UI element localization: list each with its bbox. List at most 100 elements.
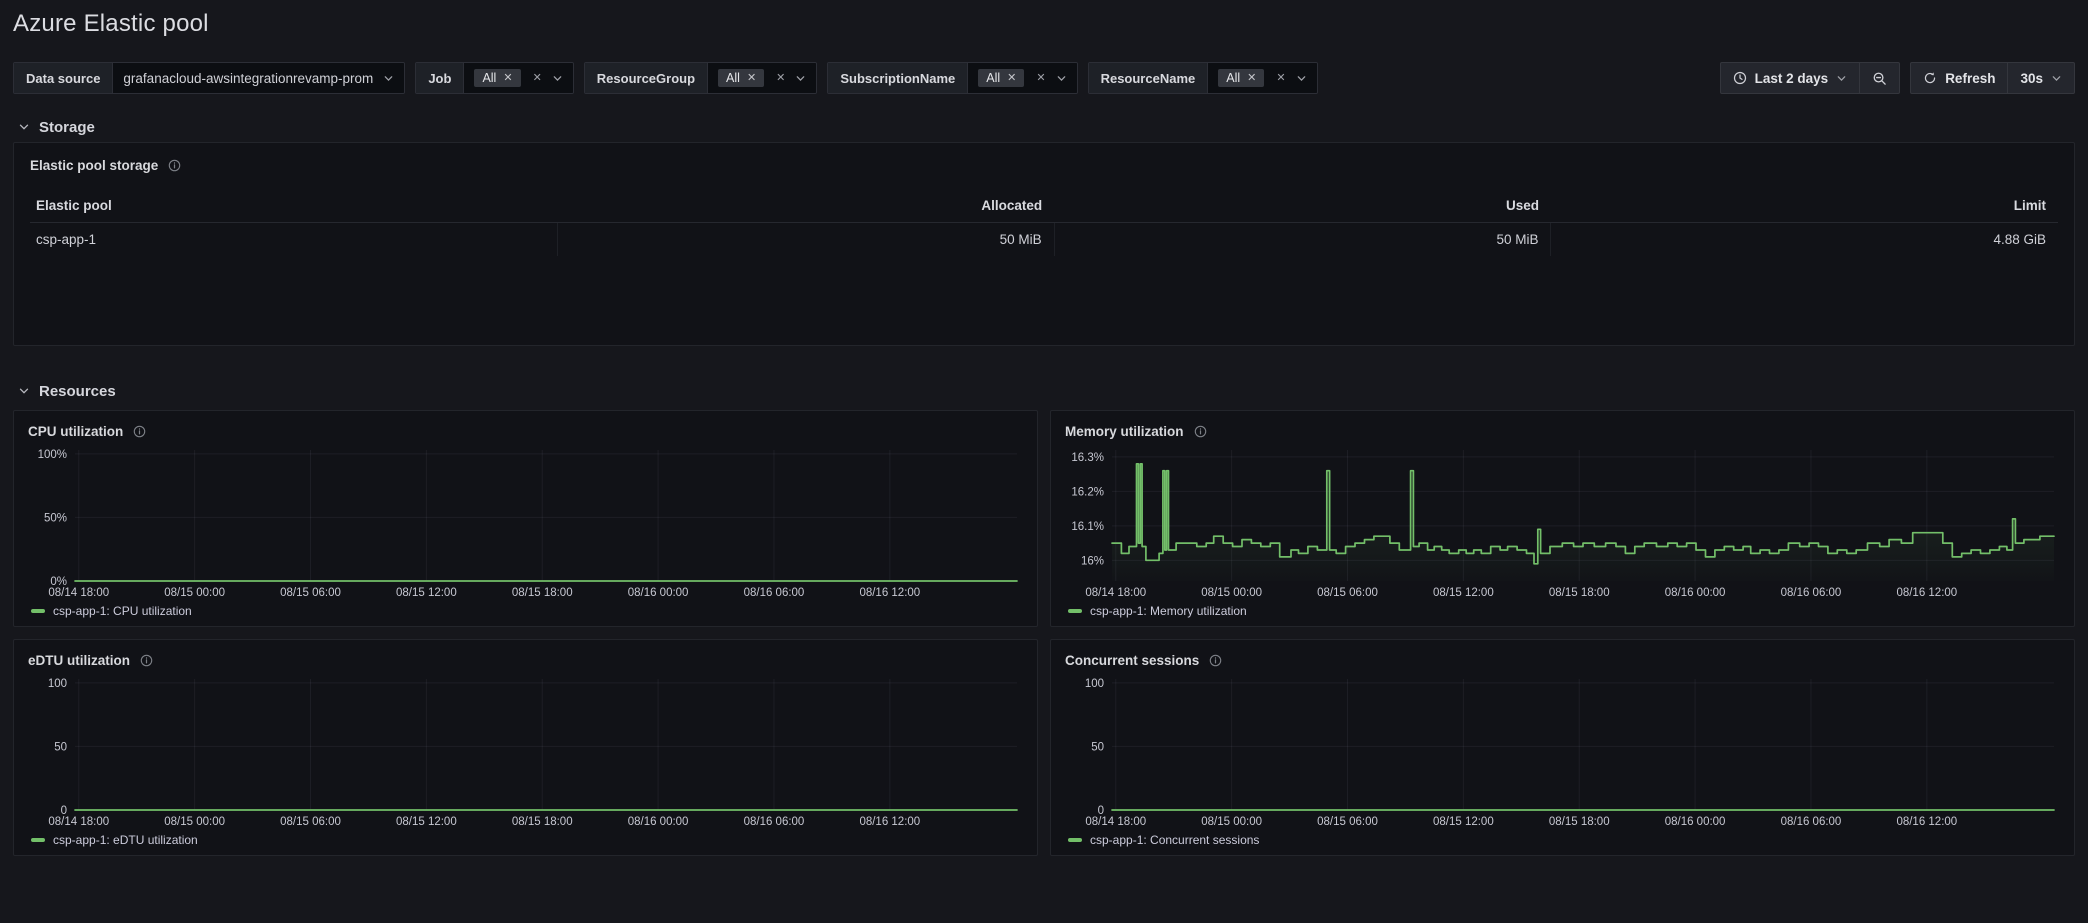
info-icon[interactable] bbox=[1209, 654, 1222, 667]
resource-name-select[interactable]: All ✕ ✕ bbox=[1207, 63, 1316, 93]
svg-text:08/14 18:00: 08/14 18:00 bbox=[48, 587, 109, 599]
data-source-value: grafanacloud-awsintegrationrevamp-prom bbox=[123, 71, 373, 86]
resource-group-chip-all[interactable]: All✕ bbox=[718, 69, 764, 87]
time-range-label: Last 2 days bbox=[1755, 71, 1829, 86]
collapse-chevron-icon bbox=[18, 385, 30, 397]
legend-color-swatch bbox=[1068, 609, 1082, 613]
svg-text:08/15 12:00: 08/15 12:00 bbox=[1433, 816, 1494, 828]
info-icon[interactable] bbox=[1194, 425, 1207, 438]
panel-title[interactable]: CPU utilization bbox=[28, 424, 123, 439]
filter-bar: Data source grafanacloud-awsintegrationr… bbox=[13, 62, 1318, 94]
clear-icon[interactable]: ✕ bbox=[1036, 73, 1045, 84]
edtu-utilization-chart[interactable]: 05010008/14 18:0008/15 00:0008/15 06:000… bbox=[28, 672, 1023, 831]
subscription-name-select[interactable]: All✕ ✕ bbox=[967, 63, 1076, 93]
elastic-pool-storage-panel: Elastic pool storage Elastic pool Alloca… bbox=[13, 142, 2075, 346]
legend-label[interactable]: csp-app-1: eDTU utilization bbox=[53, 833, 198, 847]
zoom-out-button[interactable] bbox=[1860, 62, 1900, 94]
svg-text:08/16 06:00: 08/16 06:00 bbox=[1781, 816, 1842, 828]
subscription-name-chip-all[interactable]: All✕ bbox=[978, 69, 1024, 87]
refresh-icon bbox=[1923, 71, 1937, 85]
job-filter: Job All✕ ✕ bbox=[415, 62, 573, 94]
clear-icon[interactable]: ✕ bbox=[776, 73, 785, 84]
svg-text:08/16 00:00: 08/16 00:00 bbox=[1665, 587, 1726, 599]
svg-text:08/16 06:00: 08/16 06:00 bbox=[744, 587, 805, 599]
column-header-elastic-pool[interactable]: Elastic pool bbox=[30, 191, 557, 223]
svg-text:08/15 00:00: 08/15 00:00 bbox=[164, 816, 225, 828]
resource-group-select[interactable]: All✕ ✕ bbox=[707, 63, 816, 93]
svg-text:50: 50 bbox=[1091, 741, 1104, 753]
svg-text:08/15 18:00: 08/15 18:00 bbox=[512, 816, 573, 828]
data-source-select[interactable]: grafanacloud-awsintegrationrevamp-prom bbox=[112, 63, 404, 93]
chip-text: All bbox=[1226, 71, 1240, 85]
subscription-name-label: SubscriptionName bbox=[828, 63, 967, 93]
column-header-used[interactable]: Used bbox=[1054, 191, 1551, 223]
job-chip-all[interactable]: All ✕ bbox=[474, 69, 520, 87]
resource-name-chip-all[interactable]: All ✕ bbox=[1218, 69, 1264, 87]
chip-text: All bbox=[482, 71, 496, 85]
panel-title[interactable]: eDTU utilization bbox=[28, 653, 130, 668]
svg-text:08/14 18:00: 08/14 18:00 bbox=[1085, 816, 1146, 828]
chip-close-icon[interactable]: ✕ bbox=[747, 73, 756, 84]
legend: csp-app-1: Memory utilization bbox=[1065, 602, 2060, 620]
dashboard-page: Azure Elastic pool Data source grafanacl… bbox=[0, 0, 2088, 923]
svg-text:08/15 06:00: 08/15 06:00 bbox=[1317, 816, 1378, 828]
refresh-label: Refresh bbox=[1945, 71, 1995, 86]
refresh-group: Refresh 30s bbox=[1910, 62, 2075, 94]
info-icon[interactable] bbox=[140, 654, 153, 667]
chevron-down-icon[interactable] bbox=[1296, 73, 1307, 84]
svg-text:08/16 12:00: 08/16 12:00 bbox=[859, 587, 920, 599]
time-range-button[interactable]: Last 2 days bbox=[1720, 62, 1861, 94]
clear-icon[interactable]: ✕ bbox=[533, 73, 542, 84]
svg-text:50: 50 bbox=[54, 741, 67, 753]
chip-close-icon[interactable]: ✕ bbox=[1247, 73, 1256, 84]
svg-text:08/15 12:00: 08/15 12:00 bbox=[396, 587, 457, 599]
svg-text:08/16 12:00: 08/16 12:00 bbox=[1896, 816, 1957, 828]
svg-text:08/15 18:00: 08/15 18:00 bbox=[1549, 816, 1610, 828]
info-icon[interactable] bbox=[168, 159, 181, 172]
collapse-chevron-icon bbox=[18, 121, 30, 133]
refresh-interval-value: 30s bbox=[2020, 71, 2043, 86]
legend-color-swatch bbox=[1068, 838, 1082, 842]
clock-icon bbox=[1733, 71, 1747, 85]
svg-text:08/15 18:00: 08/15 18:00 bbox=[1549, 587, 1610, 599]
legend-label[interactable]: csp-app-1: Memory utilization bbox=[1090, 604, 1247, 618]
cell-limit: 4.88 GiB bbox=[1551, 223, 2058, 257]
refresh-interval-dropdown[interactable]: 30s bbox=[2008, 62, 2075, 94]
svg-text:08/16 06:00: 08/16 06:00 bbox=[1781, 587, 1842, 599]
panel-title[interactable]: Concurrent sessions bbox=[1065, 653, 1199, 668]
chevron-down-icon[interactable] bbox=[795, 73, 806, 84]
job-select[interactable]: All ✕ ✕ bbox=[463, 63, 572, 93]
chevron-down-icon[interactable] bbox=[552, 73, 563, 84]
chevron-down-icon[interactable] bbox=[1056, 73, 1067, 84]
data-source-label: Data source bbox=[14, 63, 112, 93]
panel-title[interactable]: Memory utilization bbox=[1065, 424, 1184, 439]
svg-text:100%: 100% bbox=[38, 449, 67, 461]
legend-color-swatch bbox=[31, 609, 45, 613]
refresh-button[interactable]: Refresh bbox=[1910, 62, 2008, 94]
clear-icon[interactable]: ✕ bbox=[1276, 73, 1285, 84]
toolbar: Data source grafanacloud-awsintegrationr… bbox=[13, 62, 2075, 94]
table-header-row: Elastic pool Allocated Used Limit bbox=[30, 191, 2058, 223]
concurrent-sessions-chart[interactable]: 05010008/14 18:0008/15 00:0008/15 06:000… bbox=[1065, 672, 2060, 831]
svg-text:08/15 00:00: 08/15 00:00 bbox=[164, 587, 225, 599]
legend-label[interactable]: csp-app-1: Concurrent sessions bbox=[1090, 833, 1259, 847]
cpu-utilization-chart[interactable]: 0%50%100%08/14 18:0008/15 00:0008/15 06:… bbox=[28, 443, 1023, 602]
time-controls: Last 2 days Refresh bbox=[1720, 62, 2075, 94]
cell-used: 50 MiB bbox=[1054, 223, 1551, 257]
cell-elastic-pool: csp-app-1 bbox=[30, 223, 557, 257]
section-resources[interactable]: Resources bbox=[13, 382, 2075, 400]
svg-text:08/15 06:00: 08/15 06:00 bbox=[280, 587, 341, 599]
legend-label[interactable]: csp-app-1: CPU utilization bbox=[53, 604, 192, 618]
panel-title[interactable]: Elastic pool storage bbox=[30, 158, 158, 173]
chip-close-icon[interactable]: ✕ bbox=[503, 73, 512, 84]
column-header-allocated[interactable]: Allocated bbox=[557, 191, 1054, 223]
svg-text:08/16 00:00: 08/16 00:00 bbox=[1665, 816, 1726, 828]
svg-text:08/15 06:00: 08/15 06:00 bbox=[280, 816, 341, 828]
memory-utilization-chart[interactable]: 16%16.1%16.2%16.3%08/14 18:0008/15 00:00… bbox=[1065, 443, 2060, 602]
legend: csp-app-1: Concurrent sessions bbox=[1065, 831, 2060, 849]
resource-group-filter: ResourceGroup All✕ ✕ bbox=[584, 62, 818, 94]
column-header-limit[interactable]: Limit bbox=[1551, 191, 2058, 223]
chip-close-icon[interactable]: ✕ bbox=[1007, 73, 1016, 84]
section-storage[interactable]: Storage bbox=[13, 118, 2075, 136]
info-icon[interactable] bbox=[133, 425, 146, 438]
